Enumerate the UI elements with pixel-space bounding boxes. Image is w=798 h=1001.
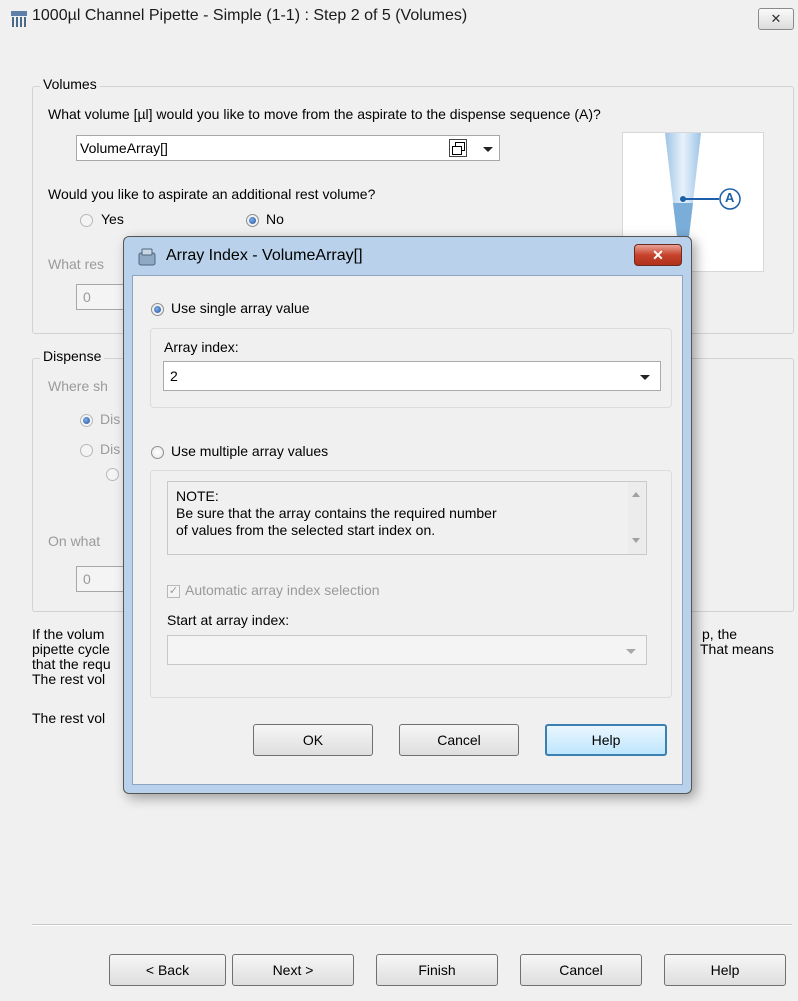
on-what-label: On what bbox=[48, 533, 101, 549]
note-line-3: of values from the selected start index … bbox=[176, 522, 436, 538]
dropdown-arrow-icon[interactable] bbox=[483, 147, 493, 152]
note-text: NOTE: Be sure that the array contains th… bbox=[176, 488, 497, 539]
note-scrollbar[interactable] bbox=[628, 482, 645, 554]
yes-label: Yes bbox=[101, 211, 124, 227]
cancel-button[interactable]: Cancel bbox=[520, 954, 642, 986]
volumes-legend: Volumes bbox=[40, 76, 100, 92]
note-line-2: Be sure that the array contains the requ… bbox=[176, 505, 497, 521]
dialog-body: Use single array value Array index: 2 Us… bbox=[132, 275, 683, 785]
info-line-4: The rest vol bbox=[32, 671, 106, 687]
array-index-label: Array index: bbox=[164, 339, 239, 355]
dialog-title: Array Index - VolumeArray[] bbox=[166, 247, 363, 264]
array-index-select[interactable]: 2 bbox=[163, 361, 661, 391]
next-button[interactable]: Next > bbox=[232, 954, 354, 986]
start-index-select[interactable] bbox=[167, 635, 647, 665]
scroll-up-icon[interactable] bbox=[632, 492, 640, 497]
dispense-option2-label: Dis bbox=[100, 441, 121, 457]
info-text-right-1: p, the bbox=[702, 626, 738, 642]
dialog-ok-button[interactable]: OK bbox=[253, 724, 373, 756]
rest-amount-value: 0 bbox=[83, 289, 91, 305]
no-label: No bbox=[266, 211, 284, 227]
dispense-legend: Dispense bbox=[40, 348, 105, 364]
scroll-down-icon[interactable] bbox=[632, 538, 640, 543]
dialog-help-button[interactable]: Help bbox=[545, 724, 667, 756]
dispense-option1-label: Dis bbox=[100, 411, 121, 427]
info-text-right-2: That means bbox=[700, 641, 774, 657]
info-line-2: pipette cycle bbox=[32, 641, 110, 657]
start-index-label: Start at array index: bbox=[167, 612, 290, 628]
auto-index-label: Automatic array index selection bbox=[185, 582, 380, 598]
note-line-1: NOTE: bbox=[176, 488, 219, 504]
multiple-values-label: Use multiple array values bbox=[171, 443, 329, 459]
yes-radio[interactable] bbox=[80, 214, 93, 227]
dispense-value: 0 bbox=[83, 571, 91, 587]
dispense-option1-radio[interactable] bbox=[80, 414, 93, 427]
dispense-suboption-radio[interactable] bbox=[106, 468, 119, 481]
dialog-cancel-button[interactable]: Cancel bbox=[399, 724, 519, 756]
window-title: 1000µl Channel Pipette - Simple (1-1) : … bbox=[32, 7, 468, 24]
title-bar: 1000µl Channel Pipette - Simple (1-1) : … bbox=[0, 0, 798, 38]
info-line-1: If the volum bbox=[32, 626, 105, 642]
multiple-values-radio[interactable] bbox=[151, 446, 164, 459]
volume-input-value: VolumeArray[] bbox=[80, 140, 168, 156]
multiple-values-frame: NOTE: Be sure that the array contains th… bbox=[150, 470, 672, 698]
diagram-marker: A bbox=[725, 190, 735, 205]
dispense-where-label: Where sh bbox=[48, 378, 108, 394]
close-button[interactable]: ✕ bbox=[758, 8, 794, 30]
info-line-3: that the requ bbox=[32, 656, 111, 672]
array-index-dropdown-icon[interactable] bbox=[640, 375, 650, 380]
volume-input[interactable]: VolumeArray[] bbox=[76, 135, 500, 161]
footer-separator bbox=[32, 924, 792, 926]
rest-question: Would you like to aspirate an additional… bbox=[48, 186, 376, 202]
dialog-close-button[interactable]: ✕ bbox=[634, 244, 682, 266]
volume-question: What volume [µl] would you like to move … bbox=[48, 106, 601, 122]
start-index-dropdown-icon[interactable] bbox=[626, 649, 636, 654]
variable-picker-icon[interactable] bbox=[449, 139, 467, 157]
single-value-label: Use single array value bbox=[171, 300, 310, 316]
dispense-option2-radio[interactable] bbox=[80, 444, 93, 457]
dialog-app-icon bbox=[138, 248, 156, 266]
single-value-radio[interactable] bbox=[151, 303, 164, 316]
rest-amount-label: What res bbox=[48, 256, 105, 272]
note-box: NOTE: Be sure that the array contains th… bbox=[167, 481, 647, 555]
array-index-dialog: Array Index - VolumeArray[] ✕ Use single… bbox=[123, 236, 692, 794]
no-radio[interactable] bbox=[246, 214, 259, 227]
single-value-frame: Array index: 2 bbox=[150, 328, 672, 408]
finish-button[interactable]: Finish bbox=[376, 954, 498, 986]
back-button[interactable]: < Back bbox=[109, 954, 226, 986]
pipette-app-icon bbox=[11, 11, 27, 27]
info-text-left: If the volum pipette cycle that the requ… bbox=[32, 627, 111, 726]
help-button[interactable]: Help bbox=[664, 954, 786, 986]
array-index-value: 2 bbox=[170, 368, 178, 384]
info-line-5: The rest vol bbox=[32, 710, 106, 726]
auto-index-checkbox[interactable]: ✓ bbox=[167, 585, 180, 598]
